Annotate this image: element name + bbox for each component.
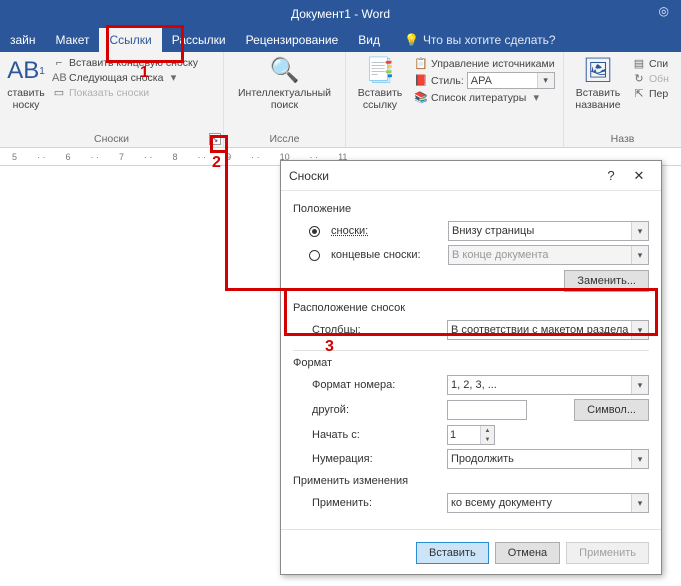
manage-sources-button[interactable]: 📋Управление источниками [414, 56, 555, 71]
caption-icon: 🖼 [583, 56, 613, 86]
dialog-buttons: Вставить Отмена Применить [281, 532, 661, 574]
window-title: Документ1 - Word [291, 7, 390, 21]
spin-up-icon[interactable]: ▲ [481, 426, 494, 435]
applyto-label: Применить: [309, 497, 439, 509]
footnotes-dialog-launcher[interactable]: ↘ [209, 133, 221, 145]
group-research-title: Иссле [230, 131, 339, 145]
insert-citation-label: Вставить ссылку [352, 88, 408, 111]
chevron-down-icon: ▾ [166, 71, 180, 84]
radio-endnotes[interactable] [309, 250, 320, 261]
biblio-icon: 📚 [414, 91, 428, 104]
list-icon: ▤ [632, 57, 646, 70]
chevron-down-icon: ▾ [631, 450, 648, 468]
group-footnotes: AB1 ставить носку ⌐Вставить концевую сно… [0, 52, 224, 147]
columns-label: Столбцы: [309, 324, 439, 336]
dialog-title: Сноски [289, 169, 597, 183]
footnotes-dialog: Сноски ? ✕ Положение сноски: Внизу стран… [280, 160, 662, 575]
section-layout: Расположение сносок [293, 298, 649, 318]
group-citations: 📑 Вставить ссылку 📋Управление источникам… [346, 52, 564, 147]
numbering-label: Нумерация: [309, 453, 439, 465]
cancel-button[interactable]: Отмена [495, 542, 560, 564]
section-apply: Применить изменения [293, 471, 649, 491]
startat-spinner[interactable]: 1 ▲▼ [447, 425, 495, 445]
insert-footnote-label: ставить носку [6, 88, 46, 111]
combo-footnote-position[interactable]: Внизу страницы▾ [448, 221, 649, 241]
insert-caption-button[interactable]: 🖼 Вставить название [570, 56, 626, 111]
smart-lookup-button[interactable]: 🔍 Интеллектуальный поиск [230, 56, 339, 111]
symbol-button[interactable]: Символ... [574, 399, 649, 421]
chevron-down-icon: ▾ [631, 376, 648, 394]
radio-endnotes-label: концевые сноски: [328, 249, 440, 261]
next-footnote-button[interactable]: ABСледующая сноска▾ [52, 70, 198, 85]
insert-button[interactable]: Вставить [416, 542, 489, 564]
list-figures-button[interactable]: ▤Спи [632, 56, 669, 71]
insert-citation-button[interactable]: 📑 Вставить ссылку [352, 56, 408, 111]
group-footnotes-title: Сноски [6, 131, 217, 145]
bibliography-button[interactable]: 📚Список литературы▾ [414, 90, 555, 105]
group-research: 🔍 Интеллектуальный поиск Иссле [224, 52, 346, 147]
insert-endnote-button[interactable]: ⌐Вставить концевую сноску [52, 56, 198, 70]
chevron-down-icon: ▾ [631, 222, 648, 240]
chevron-down-icon: ▾ [631, 246, 648, 264]
recording-icon: ◎ [659, 4, 669, 18]
replace-button[interactable]: Заменить... [564, 270, 649, 292]
combo-numformat[interactable]: 1, 2, 3, ...▾ [447, 375, 649, 395]
tell-me-search[interactable]: 💡 Что вы хотите сделать? [390, 28, 556, 52]
section-format: Формат [293, 353, 649, 373]
insert-caption-label: Вставить название [570, 88, 626, 111]
tab-review[interactable]: Рецензирование [236, 28, 349, 52]
combo-columns[interactable]: В соответствии с макетом раздела▾ [447, 320, 649, 340]
startat-label: Начать с: [309, 429, 439, 441]
ribbon-tabs: зайн Макет Ссылки Рассылки Рецензировани… [0, 28, 681, 52]
combo-applyto[interactable]: ко всему документу▾ [447, 493, 649, 513]
chevron-down-icon: ▾ [631, 494, 648, 512]
update-table-button[interactable]: ↻Обн [632, 71, 669, 86]
radio-footnotes-label: сноски: [328, 225, 440, 237]
bulb-icon: 💡 [404, 33, 419, 47]
smart-lookup-label: Интеллектуальный поиск [230, 88, 339, 111]
group-captions: 🖼 Вставить название ▤Спи ↻Обн ⇱Пер Назв [564, 52, 681, 147]
cross-ref-button[interactable]: ⇱Пер [632, 86, 669, 101]
apply-button[interactable]: Применить [566, 542, 649, 564]
style-selector[interactable]: 📕Стиль: APA▾ [414, 71, 555, 90]
ribbon: AB1 ставить носку ⌐Вставить концевую сно… [0, 52, 681, 148]
chevron-down-icon: ▾ [631, 321, 648, 339]
tab-mailings[interactable]: Рассылки [162, 28, 236, 52]
close-button[interactable]: ✕ [625, 165, 653, 187]
numformat-label: Формат номера: [309, 379, 439, 391]
help-button[interactable]: ? [597, 165, 625, 187]
combo-numbering[interactable]: Продолжить▾ [447, 449, 649, 469]
show-icon: ▭ [52, 86, 66, 99]
spin-down-icon[interactable]: ▼ [481, 435, 494, 444]
manage-icon: 📋 [414, 57, 428, 70]
tab-references[interactable]: Ссылки [99, 28, 161, 52]
group-captions-title: Назв [570, 131, 675, 145]
tab-layout[interactable]: Макет [46, 28, 100, 52]
combo-endnote-position: В конце документа▾ [448, 245, 649, 265]
style-icon: 📕 [414, 74, 428, 87]
crossref-icon: ⇱ [632, 87, 646, 100]
insert-footnote-button[interactable]: AB1 ставить носку [6, 56, 46, 111]
chevron-down-icon: ▾ [529, 91, 543, 104]
tab-design[interactable]: зайн [0, 28, 46, 52]
title-bar: Документ1 - Word ◎ [0, 0, 681, 28]
tab-view[interactable]: Вид [348, 28, 390, 52]
custom-mark-input[interactable] [447, 400, 527, 420]
next-icon: AB [52, 72, 66, 84]
show-notes-button[interactable]: ▭Показать сноски [52, 85, 198, 100]
radio-footnotes[interactable] [309, 226, 320, 237]
dialog-titlebar[interactable]: Сноски ? ✕ [281, 161, 661, 191]
custom-label: другой: [309, 404, 439, 416]
section-position: Положение [293, 199, 649, 219]
endnote-icon: ⌐ [52, 57, 66, 69]
magnifier-icon: 🔍 [270, 56, 300, 86]
footnote-icon: AB1 [7, 56, 45, 86]
citation-icon: 📑 [365, 56, 395, 86]
group-citations-title [352, 143, 557, 145]
chevron-down-icon: ▾ [537, 73, 554, 88]
update-icon: ↻ [632, 72, 646, 85]
tell-me-label: Что вы хотите сделать? [423, 33, 556, 47]
